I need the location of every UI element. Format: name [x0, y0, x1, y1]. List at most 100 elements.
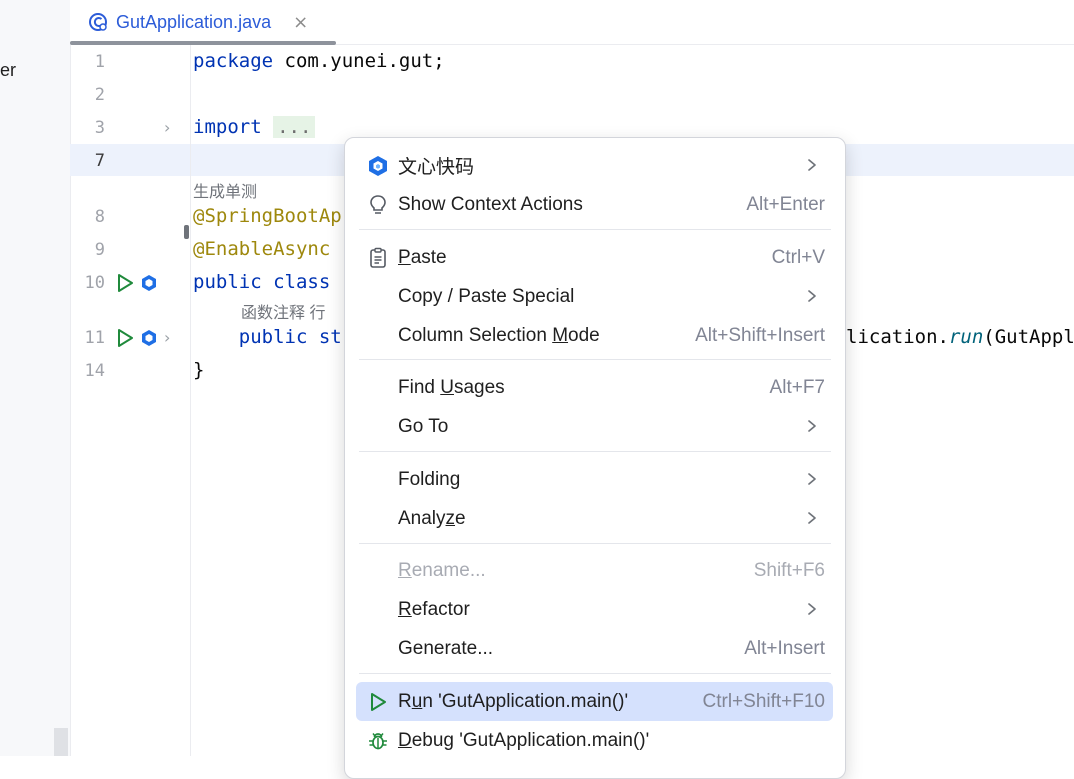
expand-fold-chevron-icon[interactable]: ›	[164, 328, 170, 347]
menu-item-shortcut: Ctrl+Shift+F10	[702, 690, 826, 712]
run-icon	[367, 691, 389, 713]
tab-gutapplication-java[interactable]: GutApplication.java ×	[88, 0, 308, 44]
line-number: 8	[94, 207, 105, 227]
clipboard-icon	[367, 247, 389, 269]
line-number: 14	[84, 361, 105, 381]
folded-imports-placeholder[interactable]: ...	[273, 116, 316, 138]
expand-fold-chevron-icon[interactable]: ›	[164, 118, 170, 137]
menu-item-label: Refactor	[398, 598, 470, 620]
menu-separator	[359, 451, 831, 452]
wenxin-logo-icon	[367, 155, 389, 177]
menu-item-shortcut: Alt+Shift+Insert	[695, 324, 825, 346]
method-comment-inlay-hint[interactable]: 函数注释 行	[241, 299, 325, 323]
menu-item-label: Rename...	[398, 559, 486, 581]
wenxin-gutter-icon[interactable]	[140, 274, 158, 292]
menu-separator	[359, 673, 831, 674]
code-token: @EnableAsync	[193, 238, 331, 260]
menu-item-shortcut: Alt+Insert	[744, 637, 825, 659]
menu-item-label: Run 'GutApplication.main()'	[398, 690, 629, 712]
menu-item-label: Debug 'GutApplication.main()'	[398, 729, 650, 751]
submenu-chevron-icon	[805, 507, 819, 529]
gutter-marker	[184, 225, 189, 239]
editor-tab-bar: GutApplication.java ×	[70, 0, 1074, 45]
menu-item-label: Go To	[398, 415, 449, 437]
project-panel-edge: er	[0, 0, 71, 756]
code-token: class	[273, 271, 331, 293]
menu-item-generate[interactable]: Generate... Alt+Insert	[356, 629, 833, 668]
line-number: 1	[94, 52, 105, 72]
menu-item-run-main[interactable]: Run 'GutApplication.main()' Ctrl+Shift+F1…	[356, 682, 833, 721]
code-token: public	[193, 271, 262, 293]
run-gutter-icon[interactable]	[115, 273, 135, 293]
menu-item-label: Find Usages	[398, 376, 505, 398]
submenu-chevron-icon	[805, 285, 819, 307]
tab-title: GutApplication.java	[116, 11, 272, 32]
code-token: (GutAppl	[983, 326, 1074, 348]
menu-item-label: Column Selection Mode	[398, 324, 600, 346]
line-number: 11	[84, 328, 105, 348]
menu-item-go-to[interactable]: Go To	[356, 407, 833, 446]
wenxin-gutter-icon[interactable]	[140, 329, 158, 347]
tab-close-icon[interactable]: ×	[293, 12, 308, 33]
line-number: 10	[84, 273, 105, 293]
menu-item-shortcut: Shift+F6	[753, 559, 825, 581]
code-token: public	[238, 326, 308, 348]
line-number: 9	[94, 240, 105, 260]
line-number: 3	[94, 118, 105, 138]
editor-context-menu: 文心快码 Show Context Actions Alt+Enter Paste Ct…	[344, 137, 846, 779]
java-class-icon	[88, 12, 108, 32]
project-panel-scrollbar[interactable]	[54, 728, 68, 756]
menu-item-label: Generate...	[398, 637, 494, 659]
code-token: package	[193, 50, 274, 72]
menu-item-label: Show Context Actions	[398, 193, 583, 215]
menu-separator	[359, 359, 831, 360]
code-token: lication.	[846, 326, 949, 348]
code-line-tail: lication.run(GutAppl	[846, 326, 1074, 348]
code-line: public st	[193, 326, 342, 348]
code-line: public class	[193, 271, 330, 293]
code-line: @SpringBootAp	[193, 205, 342, 227]
menu-item-paste[interactable]: Paste Ctrl+V	[356, 238, 833, 277]
code-token: @SpringBootAp	[193, 205, 342, 227]
code-token: com.yunei.gut;	[273, 50, 445, 72]
submenu-chevron-icon	[805, 154, 819, 176]
menu-item-debug-main[interactable]: Debug 'GutApplication.main()'	[356, 721, 833, 760]
menu-item-folding[interactable]: Folding	[356, 460, 833, 499]
gutter-separator	[190, 45, 191, 756]
code-line: @EnableAsync	[193, 238, 330, 260]
menu-item-find-usages[interactable]: Find Usages Alt+F7	[356, 368, 833, 407]
menu-item-copy-paste-special[interactable]: Copy / Paste Special	[356, 277, 833, 316]
menu-item-shortcut: Alt+F7	[769, 376, 825, 398]
submenu-chevron-icon	[805, 598, 819, 620]
code-line: package com.yunei.gut;	[193, 50, 445, 72]
menu-item-rename: Rename... Shift+F6	[356, 551, 833, 590]
menu-item-label: 文心快码	[398, 157, 475, 178]
line-number: 2	[94, 85, 105, 105]
menu-item-shortcut: Ctrl+V	[771, 246, 825, 268]
code-token: import	[193, 116, 262, 138]
code-token: run	[948, 326, 984, 348]
bulb-icon	[367, 194, 389, 216]
line-number: 7	[94, 151, 105, 171]
menu-item-show-context-actions[interactable]: Show Context Actions Alt+Enter	[356, 185, 833, 224]
code-token: }	[193, 359, 205, 381]
menu-item-analyze[interactable]: Analyze	[356, 499, 833, 538]
menu-item-column-selection-mode[interactable]: Column Selection Mode Alt+Shift+Insert	[356, 316, 833, 355]
menu-separator	[359, 229, 831, 230]
menu-item-wenxin[interactable]: 文心快码	[356, 146, 833, 185]
run-gutter-icon[interactable]	[115, 328, 135, 348]
menu-item-refactor[interactable]: Refactor	[356, 590, 833, 629]
submenu-chevron-icon	[805, 415, 819, 437]
generate-test-inlay-hint[interactable]: 生成单测	[193, 178, 257, 202]
menu-item-label: Analyze	[398, 507, 466, 529]
menu-item-label: Folding	[398, 468, 461, 490]
code-token: st	[307, 326, 342, 348]
menu-separator	[359, 543, 831, 544]
project-panel-label-fragment: er	[0, 60, 17, 80]
menu-item-label: Copy / Paste Special	[398, 285, 575, 307]
code-line: import ...	[193, 116, 316, 138]
menu-item-label: Paste	[398, 246, 447, 268]
